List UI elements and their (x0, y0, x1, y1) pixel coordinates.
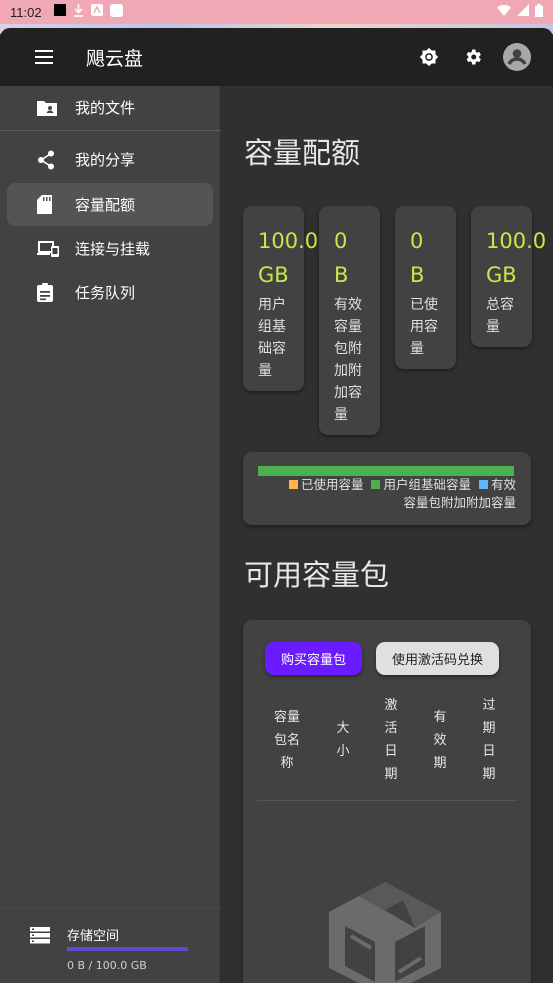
settings-button[interactable] (455, 39, 491, 75)
packs-card: 购买容量包 使用激活码兑换 容量 包名称 大小 激活日期 有效期 过期日期 (243, 620, 531, 983)
redeem-code-button[interactable]: 使用激活码兑换 (376, 642, 499, 675)
stat-value: 0B (334, 229, 349, 287)
sd-card-icon (37, 195, 65, 214)
clipboard-list-icon (37, 283, 65, 302)
quota-heading: 容量配额 (244, 136, 361, 170)
col-header-validity[interactable]: 有效期 (433, 706, 447, 775)
navigation-drawer: 我的文件 我的分享 容量配额 连接与挂载 任务队列 存储空间 0 B / 100… (0, 86, 221, 983)
signal-icon (517, 4, 529, 20)
empty-box-icon (321, 876, 453, 983)
legend-swatch-used (288, 480, 298, 489)
drawer-divider (0, 130, 221, 131)
gear-icon (466, 49, 481, 65)
menu-button[interactable] (24, 37, 64, 77)
packs-heading: 可用容量包 (244, 558, 390, 592)
app-title: 飓云盘 (86, 47, 144, 70)
stat-value: 100.0 GB (486, 229, 547, 287)
col-header-size[interactable]: 大小 (336, 717, 350, 763)
legend-label-base: 用户组基础容量 (383, 477, 471, 492)
battery-icon (535, 3, 543, 21)
quota-legend: 已使用容量 用户组基础容量 有效 容量包附加附加容量 (258, 476, 516, 512)
theme-toggle-button[interactable] (411, 39, 447, 75)
storage-icon (30, 927, 50, 948)
stat-card-base: 100.0 GB 用户 组基 础容量 (243, 206, 319, 391)
status-bar: 11:02 (0, 0, 553, 24)
app-notification-icon (90, 4, 103, 20)
app-white-icon (109, 3, 123, 21)
nav-label: 容量配额 (75, 196, 136, 214)
legend-swatch-pack (478, 480, 488, 489)
nav-item-connections[interactable]: 连接与挂载 (7, 227, 213, 270)
buy-pack-button[interactable]: 购买容量包 (265, 642, 362, 675)
stat-card-total: 100.0 GB 总容量 (471, 206, 547, 347)
storage-title: 存储空间 (67, 929, 120, 944)
nav-item-quota[interactable]: 容量配额 (7, 183, 213, 226)
stat-value: 0B (410, 229, 425, 287)
share-icon (37, 150, 65, 170)
stat-card-pack: 0B 有效 容量 包附 加附 加容量 (319, 206, 380, 435)
stat-desc: 总容量 (486, 297, 514, 335)
avatar-icon (503, 43, 531, 71)
menu-icon (35, 50, 53, 64)
storage-usage: 0 B / 100.0 GB (67, 959, 147, 972)
legend-label-used: 已使用容量 (300, 477, 364, 492)
nav-label: 连接与挂载 (75, 240, 151, 258)
col-header-name[interactable]: 容量 包名称 (273, 706, 301, 775)
app-bar: 飓云盘 (0, 28, 553, 86)
nav-item-tasks[interactable]: 任务队列 (7, 271, 213, 314)
download-icon (73, 3, 84, 21)
stat-desc: 已使 用容量 (410, 297, 438, 357)
status-time: 11:02 (10, 4, 42, 20)
quota-bar-card: 已使用容量 用户组基础容量 有效 容量包附加附加容量 (243, 452, 531, 525)
legend-label-pack: 有效 (490, 477, 516, 492)
legend-swatch-base (371, 480, 381, 489)
storage-progress-bar (67, 947, 188, 951)
nav-label: 我的分享 (75, 151, 136, 169)
nav-label: 我的文件 (75, 99, 136, 117)
table-header-divider (257, 800, 517, 801)
nav-item-my-files[interactable]: 我的文件 (7, 86, 213, 129)
account-button[interactable] (499, 39, 535, 75)
quota-usage-bar (258, 466, 514, 476)
stat-desc: 用户 组基 础容量 (258, 297, 286, 379)
nav-item-my-shares[interactable]: 我的分享 (7, 138, 213, 181)
notification-square-icon (53, 4, 66, 20)
folder-account-icon (37, 100, 65, 116)
col-header-activated[interactable]: 激活日期 (384, 694, 398, 786)
col-header-expiry[interactable]: 过期日期 (482, 694, 496, 786)
storage-summary[interactable]: 存储空间 0 B / 100.0 GB (0, 908, 221, 983)
stat-value: 100.0 GB (258, 229, 319, 287)
devices-icon (37, 240, 65, 257)
nav-label: 任务队列 (75, 284, 136, 302)
stat-desc: 有效 容量 包附 加附 加容量 (334, 297, 362, 423)
legend-label-pack-cont: 容量包附加附加容量 (403, 495, 516, 510)
wifi-icon (497, 4, 511, 20)
stat-card-used: 0B 已使 用容量 (395, 206, 456, 369)
main-content: 容量配额 100.0 GB 用户 组基 础容量 0B 有效 容量 包附 加附 加容量 0B 已… (222, 86, 553, 983)
brightness-icon (419, 47, 439, 67)
